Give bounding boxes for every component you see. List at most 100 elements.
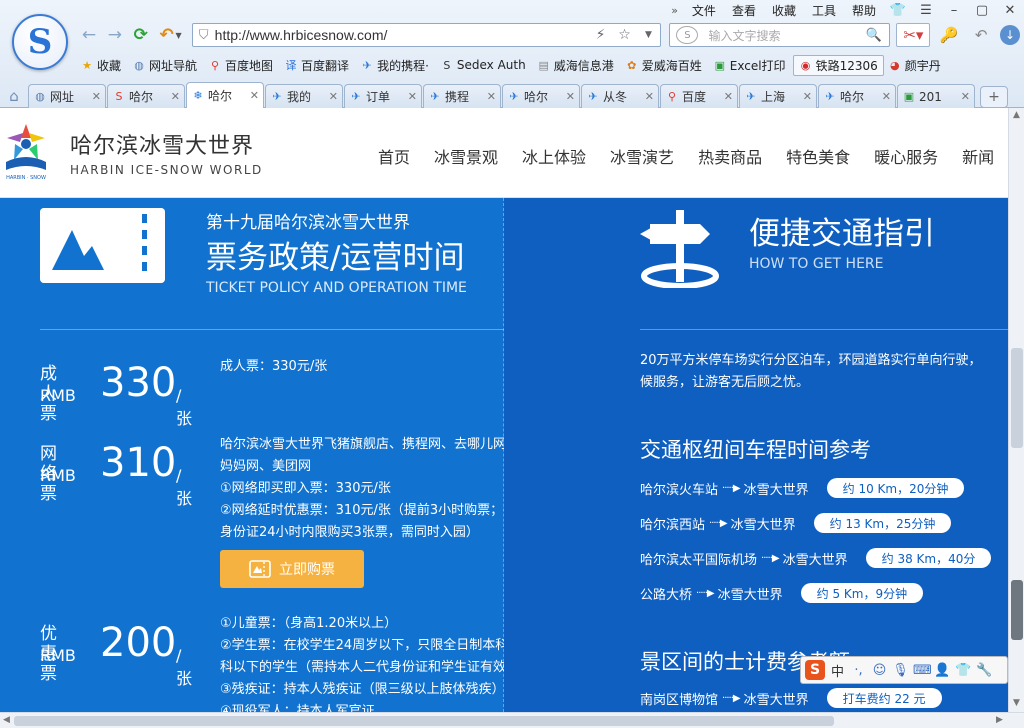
bookmark-item[interactable]: 译百度翻译 xyxy=(280,57,356,74)
site-nav-item[interactable]: 冰雪演艺 xyxy=(598,144,686,168)
bookmark-item[interactable]: ✿ 爱威海百姓 xyxy=(621,57,709,74)
sogou-logo-icon[interactable]: S xyxy=(805,660,825,680)
bookmark-item[interactable]: S Sedex Auth xyxy=(436,58,533,72)
search-input[interactable]: 输入文字搜索 xyxy=(698,27,865,44)
key-icon[interactable]: 🔑 xyxy=(936,23,962,47)
scroll-right-icon[interactable]: ▶ xyxy=(996,715,1003,725)
star-icon[interactable]: ☆ xyxy=(612,27,636,43)
browser-tab[interactable]: ❄ 哈尔 ✕ xyxy=(186,82,264,108)
site-name[interactable]: 哈尔滨冰雪大世界 HARBIN ICE-SNOW WORLD xyxy=(70,128,263,177)
ticket-title: 票务政策/运营时间 xyxy=(206,240,465,276)
url-text[interactable]: http://www.hrbicesnow.com/ xyxy=(215,27,589,43)
wrench-icon[interactable]: 🔧 xyxy=(976,663,993,678)
microphone-icon[interactable]: 🎙 xyxy=(892,663,909,678)
bookmark-item[interactable]: ▤ 威海信息港 xyxy=(533,57,621,74)
browser-tab[interactable]: ✈ 哈尔 ✕ xyxy=(818,84,896,108)
shirt-icon[interactable]: 👕 xyxy=(884,3,912,18)
menu-view[interactable]: 查看 xyxy=(724,2,764,19)
tab-close-icon[interactable]: ✕ xyxy=(92,90,101,103)
new-tab-button[interactable]: + xyxy=(980,86,1008,108)
user-icon[interactable]: 👤 xyxy=(934,663,951,678)
shirt-icon[interactable]: 👕 xyxy=(955,663,972,678)
browser-tab[interactable]: ✈ 从冬 ✕ xyxy=(581,84,659,108)
site-nav-item[interactable]: 热卖商品 xyxy=(686,144,774,168)
back-icon[interactable]: ← xyxy=(76,24,102,46)
scissors-icon[interactable]: ✂▾ xyxy=(896,23,931,47)
menu-tools[interactable]: 工具 xyxy=(804,2,844,19)
bookmark-item[interactable]: ◉ 铁路12306 xyxy=(792,54,884,76)
vertical-scrollbar[interactable]: ▲ ▼ xyxy=(1008,108,1024,712)
menu-favorites[interactable]: 收藏 xyxy=(764,2,804,19)
site-nav-item[interactable]: 新闻 xyxy=(950,144,1006,168)
scroll-thumb[interactable] xyxy=(14,716,834,726)
tab-close-icon[interactable]: ✕ xyxy=(250,89,259,102)
browser-tab[interactable]: ✈ 携程 ✕ xyxy=(423,84,501,108)
home-icon[interactable]: ⌂ xyxy=(0,84,28,108)
browser-tab[interactable]: ✈ 我的 ✕ xyxy=(265,84,343,108)
scroll-thumb[interactable] xyxy=(1011,348,1023,448)
scroll-left-icon[interactable]: ◀ xyxy=(3,715,10,725)
browser-tab[interactable]: ✈ 哈尔 ✕ xyxy=(502,84,580,108)
address-bar[interactable]: ⛉ http://www.hrbicesnow.com/ ⚡ ☆ ▼ xyxy=(191,23,662,47)
search-engine-icon[interactable]: S xyxy=(676,26,699,44)
chevron-down-icon[interactable]: ▼ xyxy=(176,31,182,40)
bookmark-item[interactable]: ★ 收藏 xyxy=(76,57,128,74)
tab-close-icon[interactable]: ✕ xyxy=(408,90,417,103)
ime-toolbar[interactable]: S 中 ·, ☺ 🎙 ⌨ 👤 👕 🔧 xyxy=(800,656,1008,684)
bookmark-item[interactable]: ⚲ 百度地图 xyxy=(204,57,280,74)
site-nav-item[interactable]: 首页 xyxy=(366,144,422,168)
close-icon[interactable]: ✕ xyxy=(996,3,1024,18)
bookmark-item[interactable]: ▣ Excel打印 xyxy=(709,57,793,74)
horizontal-scrollbar[interactable]: ◀ ▶ xyxy=(0,712,1024,728)
site-nav-item[interactable]: 冰雪景观 xyxy=(422,144,510,168)
tab-close-icon[interactable]: ✕ xyxy=(566,90,575,103)
chevron-double-right-icon[interactable]: » xyxy=(665,4,684,17)
maximize-icon[interactable]: ▢ xyxy=(968,3,996,18)
minimize-icon[interactable]: – xyxy=(940,3,968,18)
tab-close-icon[interactable]: ✕ xyxy=(329,90,338,103)
menu-icon[interactable]: ☰ xyxy=(912,3,940,18)
download-icon[interactable]: ↓ xyxy=(1000,25,1020,45)
browser-tab[interactable]: ⚲ 百度 ✕ xyxy=(660,84,738,108)
tab-close-icon[interactable]: ✕ xyxy=(961,90,970,103)
search-icon[interactable]: 🔍 xyxy=(865,28,889,43)
menu-help[interactable]: 帮助 xyxy=(844,2,884,19)
ctrip-icon: ✈ xyxy=(272,90,282,103)
tab-close-icon[interactable]: ✕ xyxy=(171,90,180,103)
site-nav-item[interactable]: 特色美食 xyxy=(774,144,862,168)
ime-mode[interactable]: 中 xyxy=(829,661,846,680)
chevron-down-icon[interactable]: ▼ xyxy=(636,30,660,40)
tab-close-icon[interactable]: ✕ xyxy=(724,90,733,103)
bookmark-item[interactable]: ◍ 网址导航 xyxy=(128,57,204,74)
bookmarks-bar: ★ 收藏 ◍ 网址导航 ⚲ 百度地图译百度翻译 ✈ 我的携程· S Sedex Auth ▤ 威海信息… xyxy=(76,54,948,76)
keyboard-icon[interactable]: ⌨ xyxy=(913,663,932,678)
site-nav-item[interactable]: 暖心服务 xyxy=(862,144,950,168)
site-nav-item[interactable]: 冰上体验 xyxy=(510,144,598,168)
scroll-down-icon[interactable]: ▼ xyxy=(1013,698,1020,708)
tab-close-icon[interactable]: ✕ xyxy=(645,90,654,103)
bookmark-item[interactable]: ◕ 颜宇丹 xyxy=(884,57,948,74)
tab-close-icon[interactable]: ✕ xyxy=(803,90,812,103)
tab-close-icon[interactable]: ✕ xyxy=(882,90,891,103)
browser-tab[interactable]: ✈ 上海 ✕ xyxy=(739,84,817,108)
browser-tab[interactable]: ◍ 网址 ✕ xyxy=(28,84,106,108)
route-to: 冰雪大世界 xyxy=(717,587,783,603)
browser-tab[interactable]: ▣ 201 ✕ xyxy=(897,84,975,108)
undo-history-icon[interactable]: ↶ xyxy=(968,23,994,47)
browser-logo-icon[interactable]: S xyxy=(12,14,68,70)
search-box[interactable]: S 输入文字搜索 🔍 xyxy=(669,23,891,47)
lightning-icon[interactable]: ⚡ xyxy=(588,27,612,43)
punctuation-icon[interactable]: ·, xyxy=(850,663,867,678)
bookmark-item[interactable]: ✈ 我的携程· xyxy=(356,57,436,74)
emoji-icon[interactable]: ☺ xyxy=(871,663,888,678)
scroll-thumb-secondary[interactable] xyxy=(1011,580,1023,640)
ice-snow-world-logo[interactable]: HARBIN · SNOW xyxy=(0,122,56,182)
scroll-up-icon[interactable]: ▲ xyxy=(1013,110,1020,120)
browser-tab[interactable]: S 哈尔 ✕ xyxy=(107,84,185,108)
refresh-icon[interactable]: ⟳ xyxy=(128,24,154,46)
browser-tab[interactable]: ✈ 订单 ✕ xyxy=(344,84,422,108)
tab-close-icon[interactable]: ✕ xyxy=(487,90,496,103)
menu-file[interactable]: 文件 xyxy=(684,2,724,19)
buy-ticket-button[interactable]: 立即购票 xyxy=(220,550,364,588)
forward-icon[interactable]: → xyxy=(102,24,128,46)
